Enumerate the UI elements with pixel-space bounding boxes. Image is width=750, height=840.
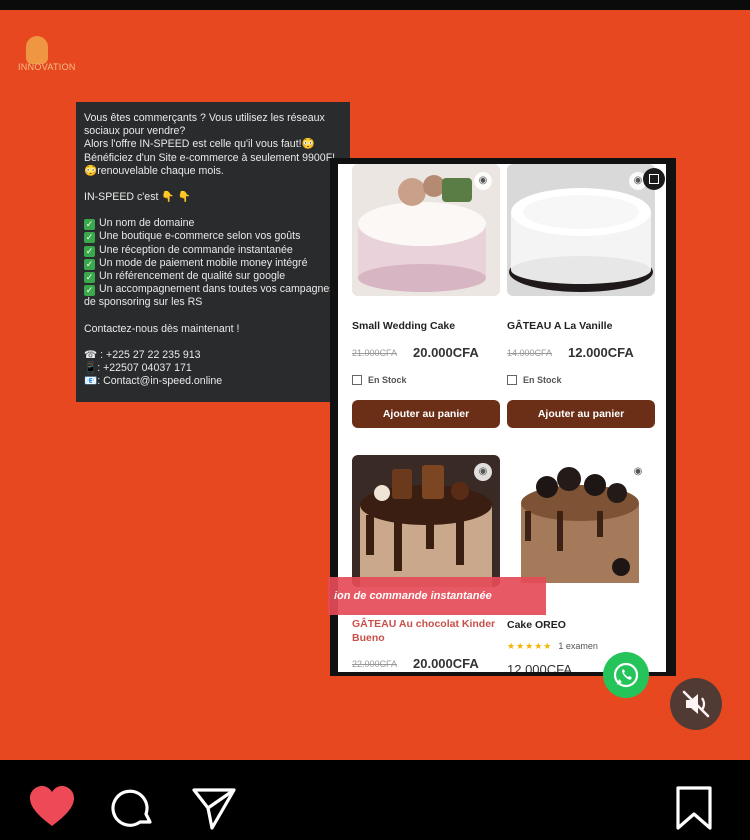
product-price: 20.000CFA [413, 345, 479, 360]
post-action-bar [0, 760, 750, 840]
product-rating: ★★★★★ 1 examen [507, 641, 598, 651]
box-icon [507, 375, 517, 385]
old-price: 21.000CFA [352, 348, 398, 358]
contact-heading: Contactez-nous dès maintenant ! [84, 322, 240, 335]
brand-logo: INNOVATION [16, 36, 106, 78]
lightbulb-icon [26, 36, 48, 64]
heart-icon[interactable] [28, 784, 76, 832]
contact-phone-1: ☎ : +225 27 22 235 913 [84, 348, 201, 361]
contact-email: 📧: Contact@in-speed.online [84, 375, 223, 388]
add-to-cart-button[interactable]: Ajouter au panier [507, 400, 655, 428]
promo-text-panel: Vous êtes commerçants ? Vous utilisez le… [76, 102, 350, 402]
product-price: 12.000CFA [507, 662, 573, 672]
checkmark-icon: ✓ [84, 232, 95, 244]
checkmark-icon: ✓ [84, 285, 95, 297]
stock-status: En Stock [507, 375, 562, 385]
product-name[interactable]: GÂTEAU Au chocolat Kinder Bueno [352, 617, 500, 645]
feature-item: ✓ Une réception de commande instantanée [84, 243, 293, 257]
whatsapp-icon[interactable] [603, 652, 649, 698]
post-viewer: INNOVATION Vous êtes commerçants ? Vous … [0, 0, 750, 840]
comment-icon[interactable] [110, 784, 158, 832]
caption-banner: ion de commande instantanée [328, 577, 546, 615]
feature-item: ✓ Une boutique e-commerce selon vos goûts [84, 230, 301, 244]
checkmark-icon: ✓ [84, 245, 95, 257]
eye-icon[interactable]: ◉ [474, 463, 492, 481]
feature-item: ✓ Un accompagnement dans toutes vos campa… [84, 283, 335, 309]
promo-heading: IN-SPEED c'est 👇 👇 [84, 191, 191, 204]
promo-intro: Vous êtes commerçants ? Vous utilisez le… [84, 112, 336, 177]
add-to-cart-button[interactable]: Ajouter au panier [352, 400, 500, 428]
speaker-muted-icon[interactable] [670, 678, 722, 730]
contact-phone-2: 📱: +22507 04037 171 [84, 362, 192, 375]
send-icon[interactable] [190, 784, 238, 832]
checkmark-icon: ✓ [84, 272, 95, 284]
eye-icon[interactable]: ◉ [474, 172, 492, 190]
stock-status: En Stock [352, 375, 407, 385]
eye-icon[interactable]: ◉ [629, 463, 647, 481]
old-price: 14.000CFA [507, 348, 553, 358]
expand-icon[interactable] [643, 168, 665, 190]
box-icon [352, 375, 362, 385]
product-name[interactable]: Cake OREO [507, 619, 566, 631]
logo-text: INNOVATION [18, 62, 76, 72]
top-bar [0, 0, 750, 10]
old-price: 22.000CFA [352, 659, 398, 669]
feature-item: ✓ Un nom de domaine [84, 217, 195, 231]
product-name[interactable]: GÂTEAU A La Vanille [507, 320, 612, 332]
checkmark-icon: ✓ [84, 219, 95, 231]
star-icon: ★★★★★ [507, 641, 553, 651]
bookmark-icon[interactable] [670, 784, 718, 832]
feature-item: ✓ Un mode de paiement mobile money intégr… [84, 256, 308, 270]
product-name[interactable]: Small Wedding Cake [352, 320, 455, 332]
checkmark-icon: ✓ [84, 258, 95, 270]
product-price: 20.000CFA [413, 656, 479, 671]
product-price: 12.000CFA [568, 345, 634, 360]
feature-item: ✓ Un référencement de qualité sur google [84, 270, 286, 284]
